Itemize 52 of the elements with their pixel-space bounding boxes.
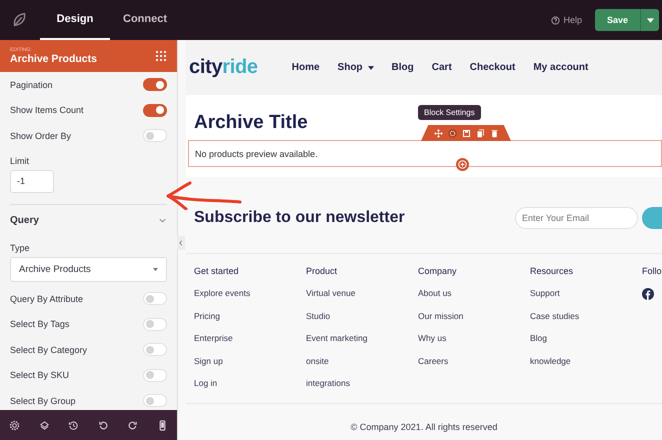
footer-heading: Get started [194, 266, 240, 276]
nav-link[interactable]: Checkout [470, 62, 516, 73]
footer-heading: Product [306, 266, 338, 276]
setting-label: Show Items Count [10, 105, 84, 116]
setting-label: Select By Category [10, 344, 88, 355]
help-link[interactable]: Help [563, 15, 582, 25]
setting-label: Limit [10, 154, 30, 168]
tooltip: Block Settings [418, 105, 481, 120]
limit-field[interactable]: -1 [10, 170, 54, 193]
footer-link[interactable]: Virtual venue [306, 288, 418, 298]
setting-label: Pagination [10, 80, 53, 90]
setting-label: Select By SKU [10, 370, 70, 380]
setting-label: Select By Group [10, 396, 76, 406]
footer-link[interactable]: Our mission [418, 310, 530, 321]
type-dropdown[interactable]: Archive Products [10, 256, 167, 282]
nav-link[interactable]: My account [533, 62, 588, 73]
footer-link[interactable]: About us [418, 288, 530, 298]
block-name: Archive Products [10, 53, 98, 65]
tab[interactable]: Connect [110, 0, 180, 40]
footer-link[interactable]: Event marketing [306, 333, 418, 344]
footer-link[interactable]: Careers [418, 356, 530, 366]
copyright-text: © Company 2021. All rights reserved [350, 421, 498, 432]
footer-link[interactable]: Support [530, 288, 642, 298]
footer-link[interactable]: integrations [306, 378, 418, 388]
newsletter-heading: Subscribe to our newsletter [194, 209, 406, 227]
footer-heading: Follo [642, 266, 662, 276]
footer-link[interactable]: knowledge [530, 356, 642, 366]
setting-label: Type [10, 242, 31, 255]
footer-link[interactable]: Log in [194, 378, 306, 388]
nav-link[interactable]: Shop [338, 62, 374, 73]
section-title[interactable]: Query [10, 214, 39, 226]
setting-label: Query By Attribute [10, 294, 84, 304]
setting-label: Show Order By [10, 130, 72, 141]
email-field[interactable]: Enter Your Email [515, 207, 638, 229]
footer-link[interactable]: Sign up [194, 356, 306, 366]
footer-link[interactable]: Blog [530, 333, 642, 344]
nav-link[interactable]: Cart [432, 62, 452, 73]
nav-link[interactable]: Blog [392, 62, 414, 73]
archive-title: Archive Title [194, 112, 308, 134]
empty-message: No products preview available. [195, 148, 318, 158]
footer-heading: Company [418, 266, 458, 276]
footer-link[interactable]: Pricing [194, 310, 306, 321]
footer-link[interactable]: Explore events [194, 288, 306, 298]
footer-link[interactable]: Case studies [530, 310, 642, 321]
footer-link[interactable]: Enterprise [194, 333, 306, 344]
footer-link[interactable]: Studio [306, 310, 418, 321]
setting-label: Select By Tags [10, 319, 70, 330]
nav-link[interactable]: Home [292, 62, 320, 73]
footer-link[interactable]: Why us [418, 333, 530, 344]
site-logo[interactable]: cityride [189, 56, 258, 79]
footer-heading: Resources [530, 266, 574, 276]
footer-link[interactable]: onsite [306, 356, 418, 366]
